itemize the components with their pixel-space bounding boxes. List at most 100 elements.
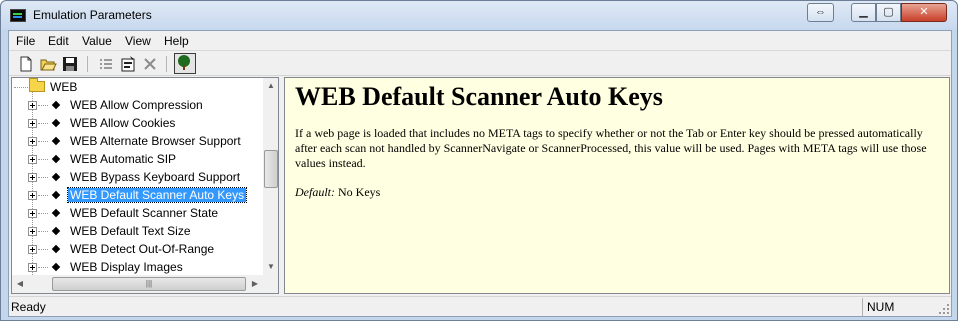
expand-icon[interactable] (28, 119, 37, 128)
application-window: Emulation Parameters ⇔ ▁ ▢ ✕ File Edit V… (0, 0, 958, 321)
folder-icon (29, 78, 45, 92)
tree-connector (38, 141, 48, 142)
diamond-icon (51, 172, 61, 182)
tree-item-label: WEB Detect Out-Of-Range (70, 242, 215, 256)
menu-value[interactable]: Value (82, 34, 112, 48)
parameter-tree[interactable]: WEB WEB Allow Compression WEB Allow Cooki… (11, 77, 279, 294)
diamond-icon (51, 100, 61, 110)
horizontal-scrollbar[interactable]: ◀ ||| ▶ (12, 275, 263, 293)
num-lock-indicator: NUM (867, 300, 895, 314)
open-folder-icon[interactable] (39, 55, 57, 73)
diamond-icon (51, 226, 61, 236)
tree-item-label: WEB Alternate Browser Support (70, 134, 241, 148)
properties-icon[interactable] (119, 55, 137, 73)
expand-icon[interactable] (28, 173, 37, 182)
menu-edit[interactable]: Edit (48, 34, 69, 48)
diamond-icon (51, 262, 61, 272)
scroll-up-icon[interactable]: ▲ (263, 78, 278, 94)
tree-connector (38, 159, 48, 160)
expand-icon[interactable] (28, 191, 37, 200)
diamond-icon (51, 208, 61, 218)
expand-icon[interactable] (28, 137, 37, 146)
status-num-pane: NUM (862, 298, 934, 316)
tree-item-label: WEB Default Scanner State (70, 206, 219, 220)
tree-item-label: WEB Display Images (70, 260, 183, 274)
menu-file[interactable]: File (16, 34, 35, 48)
tree-item[interactable]: WEB Alternate Browser Support (12, 132, 262, 150)
tree-item-label: WEB Default Text Size (70, 224, 191, 238)
tree-item[interactable]: WEB Detect Out-Of-Range (12, 240, 262, 258)
tree-connector (38, 231, 48, 232)
toolbar (9, 52, 951, 76)
maximize-button[interactable]: ▢ (876, 3, 901, 22)
tree-connector (38, 177, 48, 178)
tree-item-label: WEB Automatic SIP (70, 152, 177, 166)
expand-icon[interactable] (28, 227, 37, 236)
tree-item-label: WEB Bypass Keyboard Support (70, 170, 241, 184)
status-text: Ready (11, 300, 46, 314)
tree-connector (38, 123, 48, 124)
tree-root-label: WEB (50, 80, 78, 94)
horizontal-scroll-thumb[interactable]: ||| (52, 277, 246, 291)
tree-connector (38, 105, 48, 106)
size-grip-icon[interactable] (938, 303, 950, 315)
toolbar-separator (166, 56, 167, 72)
expand-icon[interactable] (28, 263, 37, 272)
client-area: File Edit Value View Help WEB WEB Allow … (8, 30, 952, 317)
default-value-line: Default: No Keys (295, 185, 380, 200)
default-value: No Keys (338, 185, 381, 199)
tree-connector (38, 195, 48, 196)
diamond-icon (51, 118, 61, 128)
tree-item[interactable]: WEB Default Text Size (12, 222, 262, 240)
window-title: Emulation Parameters (33, 8, 152, 22)
vertical-scrollbar[interactable]: ▲ ▼ (263, 78, 278, 275)
tree-connector (38, 213, 48, 214)
detail-heading: WEB Default Scanner Auto Keys (295, 82, 663, 111)
tree-item-label: WEB Default Scanner Auto Keys (66, 187, 248, 203)
tree-item[interactable]: WEB Bypass Keyboard Support (12, 168, 262, 186)
app-icon (10, 9, 26, 22)
scroll-corner (263, 275, 278, 293)
status-bar: Ready NUM (9, 296, 951, 316)
expand-icon[interactable] (28, 245, 37, 254)
scroll-down-icon[interactable]: ▼ (263, 259, 278, 275)
close-button[interactable]: ✕ (901, 3, 947, 22)
save-icon[interactable] (61, 55, 79, 73)
tree-item[interactable]: WEB Allow Cookies (12, 114, 262, 132)
list-icon[interactable] (97, 55, 115, 73)
tree-icon[interactable] (174, 53, 196, 74)
expand-icon[interactable] (28, 209, 37, 218)
minimize-button[interactable]: ▁ (851, 3, 876, 22)
menu-help[interactable]: Help (164, 34, 189, 48)
tree-item[interactable]: WEB Default Scanner State (12, 204, 262, 222)
tree-connector (38, 249, 48, 250)
diamond-icon (51, 154, 61, 164)
tree-item[interactable]: WEB Display Images (12, 258, 262, 275)
resize-arrows-button[interactable]: ⇔ (807, 3, 834, 22)
delete-icon[interactable] (141, 55, 159, 73)
tree-connector (14, 87, 28, 88)
toolbar-separator (87, 56, 88, 72)
diamond-icon (51, 136, 61, 146)
tree-root-web[interactable]: WEB (12, 78, 262, 96)
tree-item-label: WEB Allow Compression (70, 98, 203, 112)
tree-item[interactable]: WEB Default Scanner Auto Keys (12, 186, 262, 204)
diamond-icon (51, 244, 61, 254)
diamond-icon (51, 190, 61, 200)
tree-list: WEB WEB Allow Compression WEB Allow Cooki… (12, 78, 263, 275)
expand-icon[interactable] (28, 101, 37, 110)
tree-item[interactable]: WEB Automatic SIP (12, 150, 262, 168)
menu-bar: File Edit Value View Help (9, 31, 951, 51)
vertical-scroll-thumb[interactable] (264, 150, 278, 188)
title-bar[interactable]: Emulation Parameters ⇔ ▁ ▢ ✕ (1, 1, 957, 30)
menu-view[interactable]: View (125, 34, 151, 48)
tree-item-label: WEB Allow Cookies (70, 116, 176, 130)
tree-item[interactable]: WEB Allow Compression (12, 96, 262, 114)
tree-connector (38, 267, 48, 268)
detail-description: If a web page is loaded that includes no… (295, 126, 927, 170)
scroll-right-icon[interactable]: ▶ (247, 276, 263, 292)
detail-panel: WEB Default Scanner Auto Keys If a web p… (284, 77, 950, 294)
expand-icon[interactable] (28, 155, 37, 164)
new-file-icon[interactable] (17, 55, 35, 73)
scroll-left-icon[interactable]: ◀ (12, 276, 28, 292)
